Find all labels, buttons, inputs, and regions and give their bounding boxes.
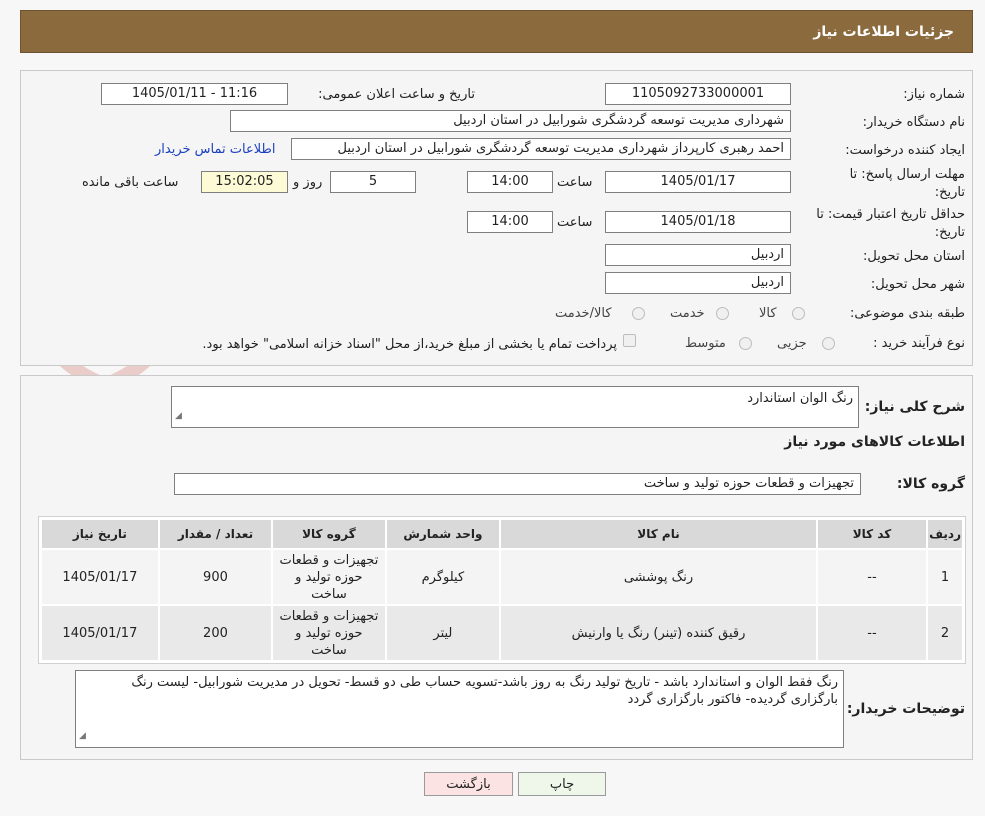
goods-group-field: تجهیزات و قطعات حوزه تولید و ساخت [174,473,861,495]
cell-unit: لیتر [384,604,502,662]
category-service-label: خدمت [670,306,705,321]
col-header-quantity: تعداد / مقدار [157,518,274,550]
category-goods-service-label: کالا/خدمت [555,306,612,321]
print-button[interactable]: چاپ [518,772,606,796]
cell-need-date: 1405/01/17 [40,548,160,606]
cell-need-date: 1405/01/17 [40,604,160,662]
treasury-payment-note: پرداخت تمام یا بخشی از مبلغ خرید،از محل … [202,337,617,352]
reply-days-field: 5 [330,171,416,193]
process-medium-radio[interactable] [739,337,752,350]
delivery-city-label: شهر محل تحویل: [870,277,965,292]
table-header-row: ردیف کد کالا نام کالا واحد شمارش گروه کا… [40,518,964,550]
process-minor-label: جزیی [777,336,807,351]
delivery-city-field: اردبیل [605,272,791,294]
cell-goods-name: رنگ پوششی [499,548,818,606]
cell-goods-group: تجهیزات و قطعات حوزه تولید و ساخت [271,548,387,606]
price-validity-time-label: ساعت [557,215,593,230]
reply-deadline-label: مهلت ارسال پاسخ: تا تاریخ: [849,167,965,200]
category-goods-service-radio[interactable] [632,307,645,320]
buyer-org-field: شهرداری مدیریت توسعه گردشگری شورابیل در … [230,110,791,132]
treasury-payment-checkbox[interactable] [623,334,636,347]
price-validity-label: حداقل تاریخ اعتبار قیمت: تا تاریخ: [816,207,965,240]
summary-textarea: رنگ الوان استاندارد ◢ [171,386,859,428]
remaining-time-label: ساعت باقی مانده [82,175,179,190]
buyer-notes-label: توضیحات خریدار: [846,701,965,717]
cell-goods-name: رقیق کننده (تینر) رنگ یا وارنیش [499,604,818,662]
cell-goods-code: -- [815,548,929,606]
items-table: ردیف کد کالا نام کالا واحد شمارش گروه کا… [40,518,964,662]
category-goods-radio[interactable] [792,307,805,320]
cell-goods-code: -- [815,604,929,662]
cell-row-number: 2 [926,604,964,662]
goods-info-title: اطلاعات کالاهای مورد نیاز [784,434,965,450]
requester-label: ایجاد کننده درخواست: [845,143,965,158]
buyer-org-label: نام دستگاه خریدار: [862,115,965,130]
remaining-time-field: 15:02:05 [201,171,288,193]
announce-datetime-label: تاریخ و ساعت اعلان عمومی: [318,87,475,102]
need-number-label: شماره نیاز: [903,87,965,102]
delivery-province-field: اردبیل [605,244,791,266]
reply-time-label: ساعت [557,175,593,190]
price-validity-time: 14:00 [467,211,553,233]
table-row: 1 -- رنگ پوششی کیلوگرم تجهیزات و قطعات ح… [40,548,964,606]
cell-quantity: 900 [157,548,274,606]
table-row: 2 -- رقیق کننده (تینر) رنگ یا وارنیش لیت… [40,604,964,662]
resize-grip-icon[interactable]: ◢ [79,728,86,745]
requester-field: احمد رهبری کارپرداز شهرداری مدیریت توسعه… [291,138,791,160]
cell-quantity: 200 [157,604,274,662]
page-title: جزئیات اطلاعات نیاز [813,23,954,40]
cell-row-number: 1 [926,548,964,606]
need-number-field: 1105092733000001 [605,83,791,105]
price-validity-date: 1405/01/18 [605,211,791,233]
page-header: جزئیات اطلاعات نیاز [20,10,973,53]
col-header-unit: واحد شمارش [384,518,502,550]
col-header-goods-code: کد کالا [815,518,929,550]
cell-unit: کیلوگرم [384,548,502,606]
back-button[interactable]: بازگشت [424,772,513,796]
delivery-province-label: استان محل تحویل: [863,249,965,264]
category-goods-label: کالا [759,306,777,321]
buyer-contact-link[interactable]: اطلاعات تماس خریدار [155,142,275,157]
items-table-wrapper: ردیف کد کالا نام کالا واحد شمارش گروه کا… [38,516,966,664]
col-header-need-date: تاریخ نیاز [40,518,160,550]
category-label: طبقه بندی موضوعی: [849,306,965,321]
reply-deadline-date: 1405/01/17 [605,171,791,193]
buyer-notes-textarea: رنگ فقط الوان و استاندارد باشد - تاریخ ت… [75,670,844,748]
summary-label: شرح کلی نیاز: [864,399,965,415]
resize-grip-icon[interactable]: ◢ [175,408,182,425]
goods-group-label: گروه کالا: [896,476,965,492]
col-header-goods-group: گروه کالا [271,518,387,550]
reply-days-label: روز و [293,175,323,190]
cell-goods-group: تجهیزات و قطعات حوزه تولید و ساخت [271,604,387,662]
process-minor-radio[interactable] [822,337,835,350]
col-header-goods-name: نام کالا [499,518,818,550]
col-header-row-number: ردیف [926,518,964,550]
reply-deadline-time: 14:00 [467,171,553,193]
process-medium-label: متوسط [685,336,726,351]
announce-datetime-field: 1405/01/11 - 11:16 [101,83,288,105]
purchase-process-label: نوع فرآیند خرید : [873,336,965,351]
category-service-radio[interactable] [716,307,729,320]
